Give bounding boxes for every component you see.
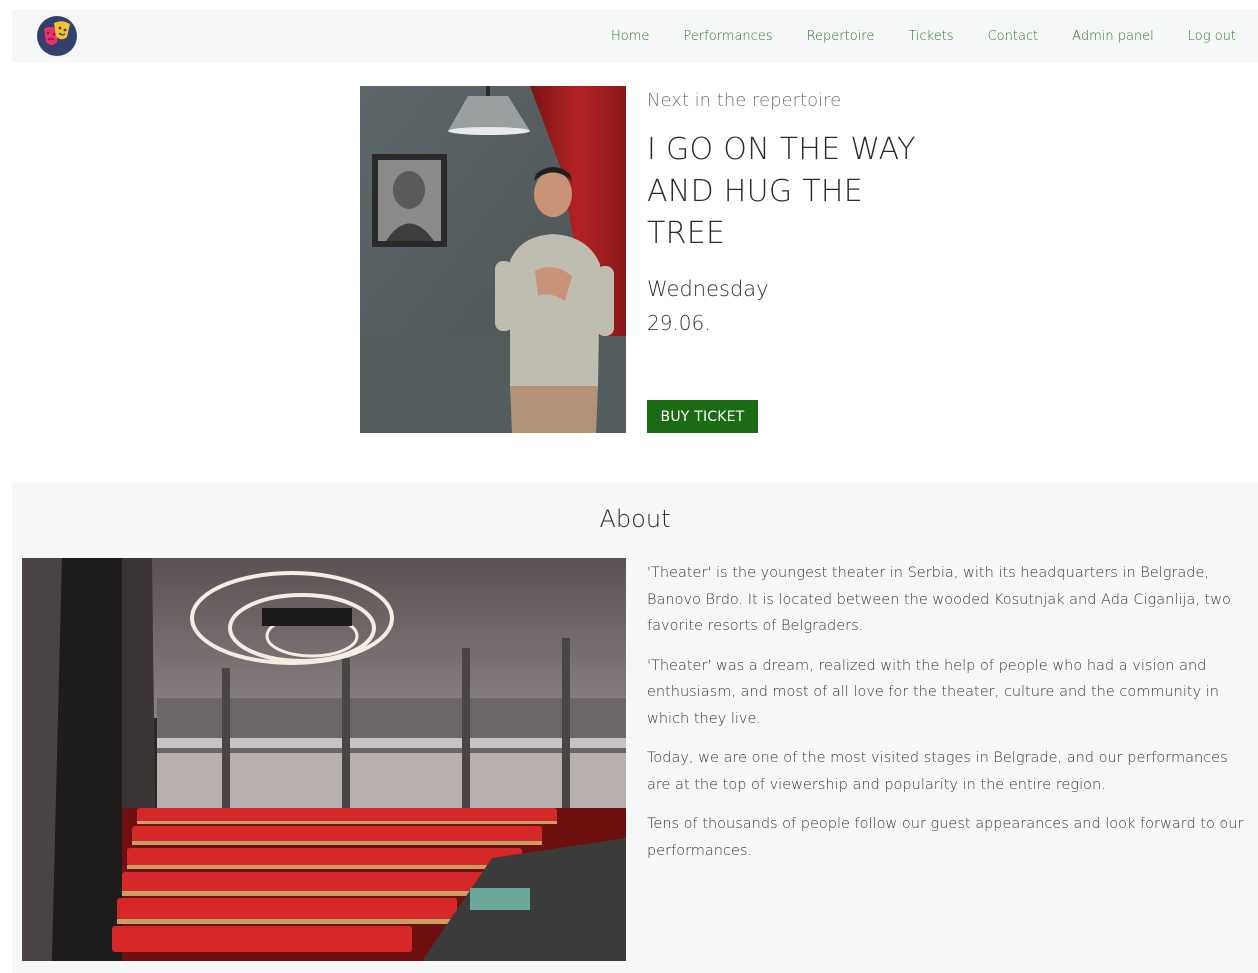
hero-text: Next in the repertoire I GO ON THE WAY A… (647, 90, 947, 335)
performance-title: I GO ON THE WAY AND HUG THE TREE (647, 132, 916, 251)
nav-log-out[interactable]: Log out (1188, 29, 1236, 44)
nav-links: Home Performances Repertoire Tickets Con… (611, 10, 1236, 62)
navbar: Home Performances Repertoire Tickets Con… (12, 10, 1258, 62)
theater-masks-icon[interactable] (36, 15, 78, 57)
performance-day: Wednesday (647, 277, 769, 301)
nav-tickets[interactable]: Tickets (908, 29, 953, 44)
about-section: About 'Theater' is the youngest theater … (12, 483, 1258, 973)
hero-eyebrow: Next in the repertoire (647, 90, 842, 111)
nav-admin-panel[interactable]: Admin panel (1072, 29, 1154, 44)
about-paragraph: 'Theater' is the youngest theater in Ser… (647, 565, 1231, 634)
about-paragraph: Today, we are one of the most visited st… (647, 750, 1228, 793)
about-text: 'Theater' is the youngest theater in Ser… (647, 560, 1253, 877)
performance-photo (360, 86, 626, 433)
nav-home[interactable]: Home (611, 29, 649, 44)
nav-performances[interactable]: Performances (683, 29, 772, 44)
nav-repertoire[interactable]: Repertoire (807, 29, 875, 44)
performance-date: 29.06. (647, 311, 711, 335)
about-paragraph: 'Theater' was a dream, realized with the… (647, 657, 1219, 727)
about-paragraph: Tens of thousands of people follow our g… (647, 816, 1244, 859)
about-title: About (599, 505, 671, 533)
buy-ticket-button[interactable]: BUY TICKET (647, 400, 758, 433)
nav-contact[interactable]: Contact (988, 29, 1039, 44)
auditorium-photo (22, 558, 626, 961)
